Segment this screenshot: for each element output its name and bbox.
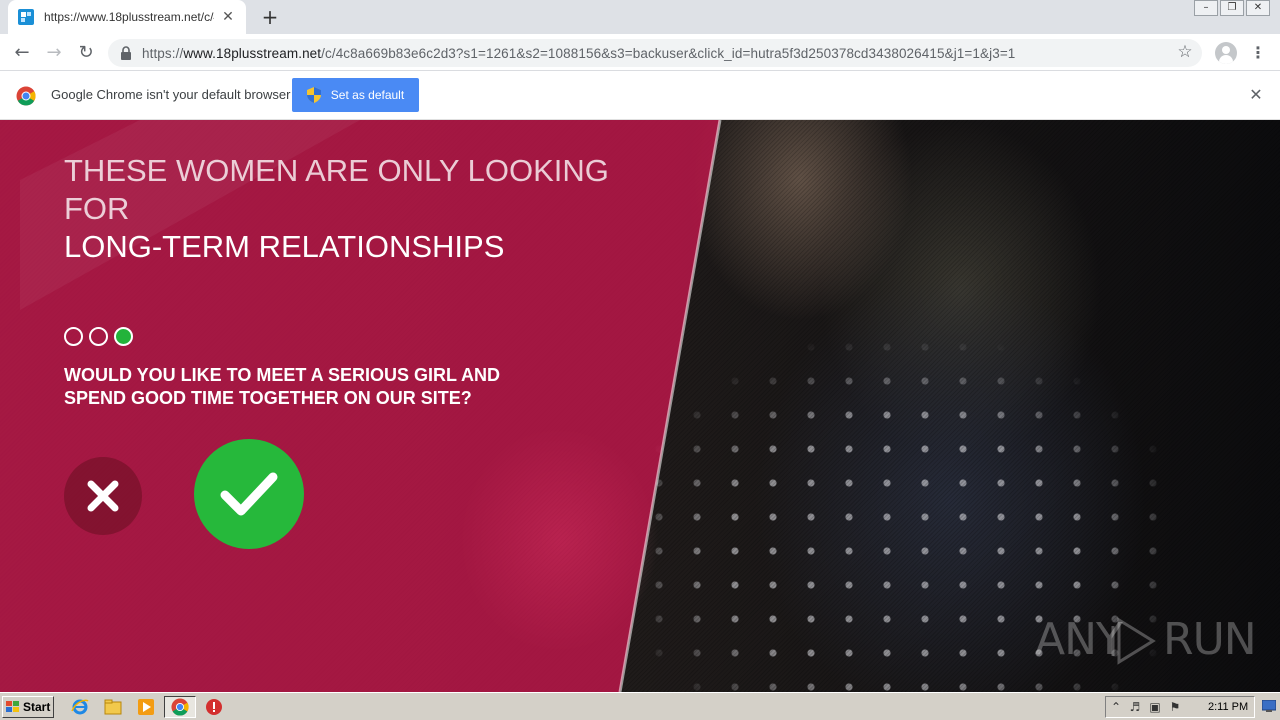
step-dot-active bbox=[114, 327, 133, 346]
headline-line-1: THESE WOMEN ARE ONLY LOOKING FOR bbox=[64, 153, 609, 226]
set-as-default-label: Set as default bbox=[330, 88, 405, 102]
url-text: https://www.18plusstream.net/c/4c8a669b8… bbox=[142, 45, 1016, 61]
yes-button[interactable] bbox=[194, 439, 304, 549]
question-text: WOULD YOU LIKE TO MEET A SERIOUS GIRL AN… bbox=[64, 365, 501, 408]
chrome-icon bbox=[171, 698, 189, 716]
anyrun-watermark: ANY RUN bbox=[1035, 610, 1257, 670]
speaker-icon[interactable]: ♬ bbox=[1128, 700, 1142, 714]
lock-icon bbox=[121, 46, 131, 60]
back-button[interactable]: ← bbox=[11, 42, 33, 64]
windows-flag-icon bbox=[6, 701, 19, 712]
profile-avatar-icon[interactable] bbox=[1215, 42, 1237, 64]
forward-button[interactable]: → bbox=[43, 42, 65, 64]
tray-expand-icon[interactable]: ⌃ bbox=[1109, 700, 1123, 714]
network-icon[interactable]: ▣ bbox=[1148, 700, 1162, 714]
step-dot bbox=[89, 327, 108, 346]
windows-taskbar: Start ⌃ ♬ ▣ ⚑ 2:11 PM bbox=[0, 692, 1280, 720]
reload-button[interactable]: ↻ bbox=[75, 42, 97, 64]
step-indicator bbox=[64, 327, 133, 346]
tab-close-icon[interactable]: ✕ bbox=[220, 9, 236, 25]
set-as-default-button[interactable]: Set as default bbox=[292, 78, 419, 112]
checkmark-icon bbox=[220, 472, 278, 516]
window-controls: – ❐ ✕ bbox=[1194, 0, 1270, 16]
uac-shield-icon bbox=[306, 87, 321, 103]
browser-tab[interactable]: https://www.18plusstream.net/c/4c ✕ bbox=[8, 0, 246, 34]
bookmark-star-icon[interactable]: ☆ bbox=[1176, 43, 1194, 61]
infobar-close-icon[interactable]: ✕ bbox=[1247, 86, 1265, 104]
action-center-flag-icon[interactable]: ⚑ bbox=[1168, 700, 1182, 714]
restore-button[interactable]: ❐ bbox=[1220, 0, 1244, 16]
browser-menu-icon[interactable]: ⋮ bbox=[1250, 42, 1266, 64]
x-mark-icon bbox=[87, 480, 119, 512]
new-tab-button[interactable]: + bbox=[260, 7, 280, 27]
default-browser-infobar: Google Chrome isn't your default browser… bbox=[0, 71, 1280, 120]
warning-icon[interactable] bbox=[205, 698, 223, 716]
start-label: Start bbox=[23, 700, 51, 714]
infobar-message: Google Chrome isn't your default browser bbox=[51, 87, 291, 102]
browser-toolbar: ← → ↻ https://www.18plusstream.net/c/4c8… bbox=[0, 34, 1280, 71]
headline: THESE WOMEN ARE ONLY LOOKING FOR LONG-TE… bbox=[64, 152, 664, 266]
chrome-logo-icon bbox=[16, 86, 36, 106]
tab-title: https://www.18plusstream.net/c/4c bbox=[44, 10, 214, 24]
start-button[interactable]: Start bbox=[2, 696, 54, 718]
taskbar-clock[interactable]: 2:11 PM bbox=[1208, 701, 1248, 713]
no-button[interactable] bbox=[64, 457, 142, 535]
explorer-icon[interactable] bbox=[104, 698, 122, 716]
chrome-taskbar-button[interactable] bbox=[164, 696, 196, 718]
minimize-button[interactable]: – bbox=[1194, 0, 1218, 16]
close-window-button[interactable]: ✕ bbox=[1246, 0, 1270, 16]
page-content: THESE WOMEN ARE ONLY LOOKING FOR LONG-TE… bbox=[0, 120, 1280, 692]
tab-strip: https://www.18plusstream.net/c/4c ✕ + – … bbox=[0, 0, 1280, 34]
play-logo-icon bbox=[1111, 617, 1156, 665]
headline-line-2: LONG-TERM RELATIONSHIPS bbox=[64, 229, 505, 264]
site-favicon-icon bbox=[18, 9, 34, 25]
ie-icon[interactable] bbox=[71, 698, 89, 716]
step-dot bbox=[64, 327, 83, 346]
watermark-right: RUN bbox=[1163, 614, 1257, 665]
media-player-icon[interactable] bbox=[137, 698, 155, 716]
show-desktop-icon[interactable] bbox=[1262, 700, 1276, 712]
address-bar[interactable]: https://www.18plusstream.net/c/4c8a669b8… bbox=[108, 39, 1202, 67]
